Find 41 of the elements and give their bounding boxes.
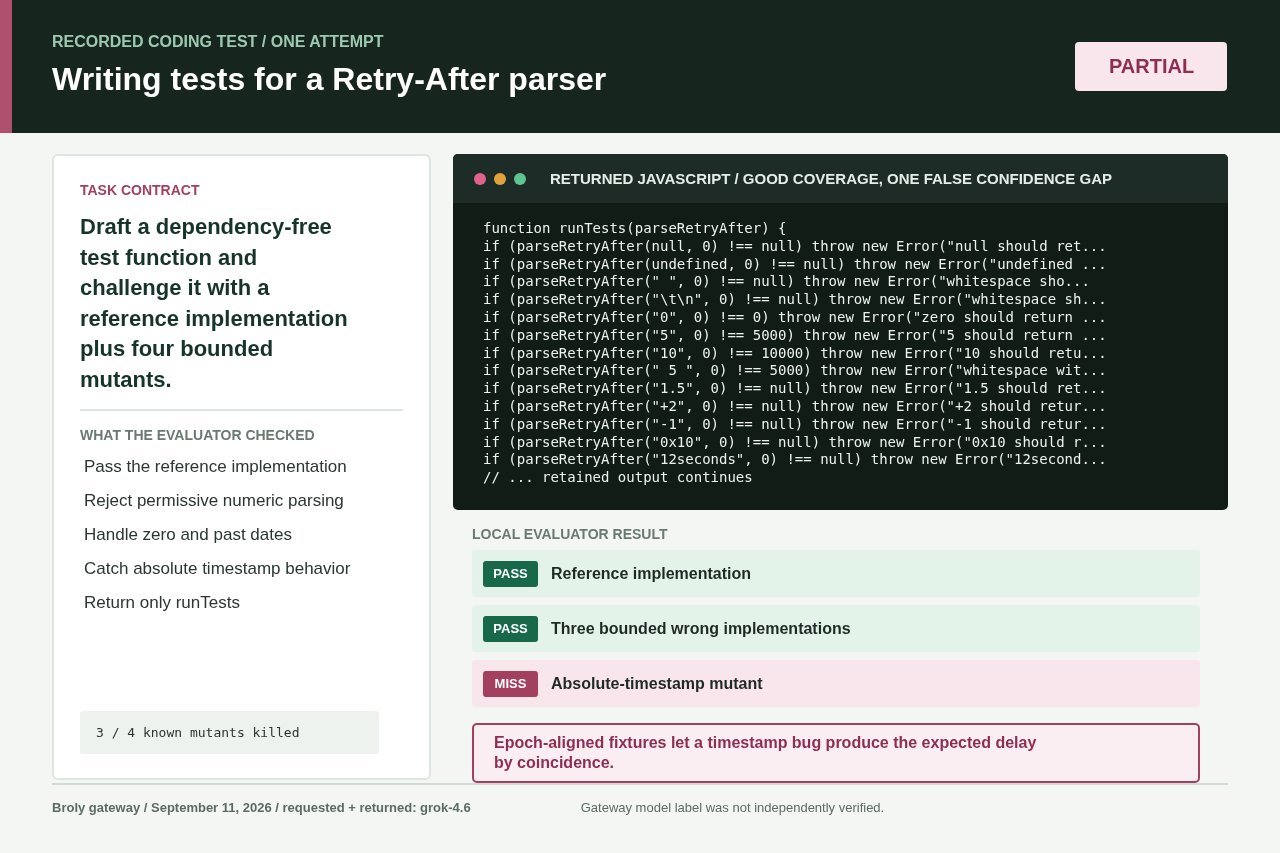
code-line: if (parseRetryAfter("0", 0) !== 0) throw new Error("zero should return ... xyxy=(483,309,1108,327)
footer-source: Broly gateway / September 11, 2026 / requested + returned: grok-4.6 xyxy=(52,799,471,815)
section-label: WHAT THE EVALUATOR CHECKED xyxy=(80,427,316,443)
code-line: if (parseRetryAfter("+2", 0) !== null) throw new Error("+2 should retur... xyxy=(483,397,1108,416)
code-line: if (parseRetryAfter("10", 0) !== 10000) throw new Error("10 should retu... xyxy=(483,344,1108,363)
code-line: function runTests(parseRetryAfter) { xyxy=(483,220,788,238)
result-text: Absolute-timestamp mutant xyxy=(551,674,763,693)
code-line: if (parseRetryAfter(null, 0) !== null) throw new Error("null should ret... xyxy=(483,237,1108,256)
footer-disclaimer: Gateway model label was not independently verified. xyxy=(580,799,885,815)
check-item: Return only runTests xyxy=(83,592,241,614)
window-dot-icon xyxy=(474,172,486,185)
code-line: if (parseRetryAfter("5", 0) !== 5000) throw new Error("5 should return ... xyxy=(483,326,1108,345)
code-panel-title: RETURNED JAVASCRIPT / GOOD COVERAGE, ONE FALSE CONFIDENCE GAP xyxy=(550,170,1112,187)
status-badge: PARTIAL xyxy=(1075,42,1227,91)
task-summary: Draft a dependency-free test function and challenge it with a reference implementation plus four bounded mutants. xyxy=(80,213,349,394)
score-summary: 3 / 4 known mutants killed xyxy=(80,711,379,754)
check-item: Handle zero and past dates xyxy=(83,524,293,546)
code-line: if (parseRetryAfter("1.5", 0) !== null) throw new Error("1.5 should ret... xyxy=(483,380,1108,398)
check-item: Pass the reference implementation xyxy=(83,456,348,478)
warning-text: Epoch-aligned fixtures let a timestamp bug produce the expected delay by coincidence. xyxy=(494,733,1038,773)
page-title: Writing tests for a Retry-After parser xyxy=(52,61,607,98)
window-dot-icon xyxy=(494,172,506,185)
code-line: if (parseRetryAfter("12seconds", 0) !== null) throw new Error("12second... xyxy=(483,451,1108,470)
check-item: Catch absolute timestamp behavior xyxy=(83,558,352,580)
result-badge: PASS xyxy=(483,615,538,642)
result-badge: PASS xyxy=(483,560,538,587)
window-dot-icon xyxy=(514,172,526,185)
code-line: // ... retained output continues xyxy=(483,469,754,487)
section-label: TASK CONTRACT xyxy=(80,182,201,198)
code-line: if (parseRetryAfter("-1", 0) !== null) throw new Error("-1 should retur... xyxy=(483,415,1108,434)
eyebrow: RECORDED CODING TEST / ONE ATTEMPT xyxy=(52,33,385,51)
code-line: if (parseRetryAfter("\t\n", 0) !== null) throw new Error("whitespace sh... xyxy=(483,291,1108,309)
code-line: if (parseRetryAfter(" 5 ", 0) !== 5000) throw new Error("whitespace wit... xyxy=(483,362,1108,381)
code-line: if (parseRetryAfter(" ", 0) !== null) throw new Error("whitespace sho... xyxy=(483,273,1091,292)
result-badge: MISS xyxy=(483,670,538,697)
code-line: if (parseRetryAfter("0x10", 0) !== null) throw new Error("0x10 should r... xyxy=(483,433,1108,452)
result-text: Reference implementation xyxy=(551,564,752,583)
result-text: Three bounded wrong implementations xyxy=(551,619,851,638)
check-item: Reject permissive numeric parsing xyxy=(83,490,345,512)
section-label: LOCAL EVALUATOR RESULT xyxy=(472,526,669,542)
code-line: if (parseRetryAfter(undefined, 0) !== null) throw new Error("undefined ... xyxy=(483,255,1108,274)
